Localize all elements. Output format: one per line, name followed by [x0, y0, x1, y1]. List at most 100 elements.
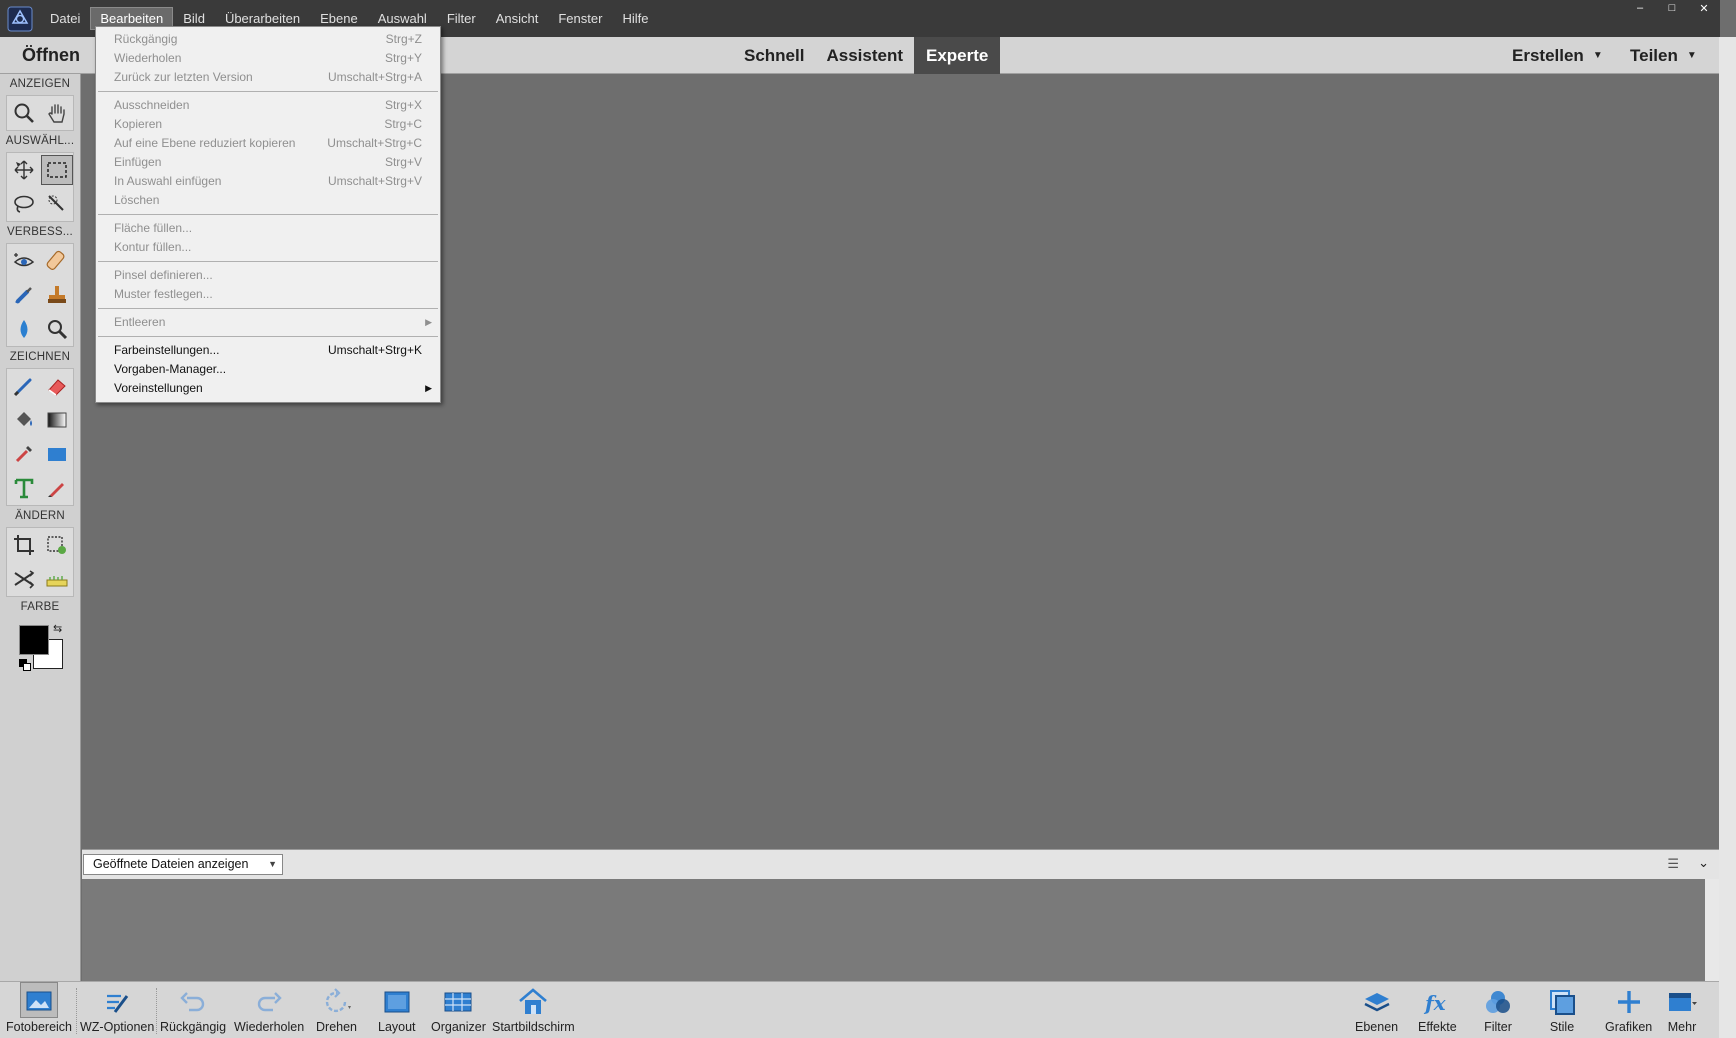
filter-button[interactable]: Filter — [1482, 982, 1514, 1038]
menu-item-shortcut: Umschalt+Strg+K — [327, 343, 422, 357]
photo-bin-button[interactable]: Fotobereich — [6, 982, 72, 1038]
undo-button[interactable]: Rückgängig — [160, 982, 226, 1038]
photo-bin-area[interactable] — [82, 879, 1705, 981]
menu-item-delete[interactable]: Löschen — [96, 191, 440, 210]
menu-item-label: Zurück zur letzten Version — [114, 70, 253, 84]
eraser-tool-icon[interactable] — [41, 371, 73, 401]
menu-item-cut[interactable]: Ausschneiden Strg+X — [96, 96, 440, 115]
crop-tool-icon[interactable] — [8, 530, 40, 560]
fx-icon: fx — [1421, 982, 1453, 1018]
minimize-button[interactable]: – — [1624, 0, 1656, 16]
pencil-tool-icon[interactable] — [41, 473, 73, 503]
move-tool-icon[interactable] — [8, 155, 40, 185]
more-button[interactable]: Mehr — [1666, 982, 1698, 1038]
tab-assistent[interactable]: Assistent — [815, 37, 914, 74]
shape-tool-icon[interactable] — [41, 439, 73, 469]
brush-tool-icon[interactable] — [8, 371, 40, 401]
paint-bucket-icon[interactable] — [8, 405, 40, 435]
default-colors-icon[interactable] — [19, 659, 31, 671]
styles-button[interactable]: Stile — [1546, 982, 1578, 1038]
photo-bin-selector[interactable]: Geöffnete Dateien anzeigen ▼ — [83, 854, 283, 875]
healing-brush-icon[interactable] — [41, 246, 73, 276]
bottom-separator — [156, 988, 157, 1034]
filter-label: Filter — [1484, 1020, 1512, 1034]
menu-separator — [98, 336, 438, 337]
close-button[interactable]: ✕ — [1688, 0, 1720, 16]
tool-options-button[interactable]: WZ-Optionen — [80, 982, 154, 1038]
tab-schnell[interactable]: Schnell — [733, 37, 815, 74]
menu-item-copy-merged[interactable]: Auf eine Ebene reduziert kopieren Umschal… — [96, 134, 440, 153]
open-button[interactable]: Öffnen — [10, 45, 92, 66]
collapse-chevron-icon[interactable]: ⌄ — [1698, 855, 1709, 871]
red-eye-tool-icon[interactable] — [8, 246, 40, 276]
rotate-button[interactable]: Drehen — [316, 982, 357, 1038]
organizer-label: Organizer — [431, 1020, 486, 1034]
menu-item-label: Muster festlegen... — [114, 287, 213, 301]
menu-hilfe[interactable]: Hilfe — [613, 8, 657, 29]
submenu-arrow-icon: ▶ — [425, 317, 432, 327]
straighten-tool-icon[interactable] — [41, 564, 73, 594]
menu-fenster[interactable]: Fenster — [549, 8, 611, 29]
organizer-button[interactable]: Organizer — [431, 982, 486, 1038]
menu-item-paste[interactable]: Einfügen Strg+V — [96, 153, 440, 172]
sponge-tool-icon[interactable] — [41, 314, 73, 344]
section-aendern: ÄNDERN — [15, 510, 65, 522]
menu-item-preset-manager[interactable]: Vorgaben-Manager... — [96, 360, 440, 379]
create-button[interactable]: Erstellen ▼ — [1512, 37, 1603, 74]
right-edge-scrollbar[interactable] — [1719, 37, 1736, 1038]
layout-button[interactable]: Layout — [378, 982, 416, 1038]
tool-group-draw — [6, 368, 74, 506]
menu-item-undo[interactable]: Rückgängig Strg+Z — [96, 30, 440, 49]
zoom-tool-icon[interactable] — [8, 98, 40, 128]
menu-item-label: Rückgängig — [114, 32, 178, 46]
menu-item-color-settings[interactable]: Farbeinstellungen... Umschalt+Strg+K — [96, 341, 440, 360]
eyedropper-icon[interactable] — [8, 439, 40, 469]
menu-separator — [98, 214, 438, 215]
share-button[interactable]: Teilen ▼ — [1630, 37, 1697, 74]
rectangular-marquee-icon[interactable] — [40, 155, 73, 185]
photo-bin-scrollbar[interactable] — [1705, 879, 1719, 981]
menu-item-stroke[interactable]: Kontur füllen... — [96, 238, 440, 257]
rotate-icon — [321, 982, 353, 1018]
menu-item-label: Vorgaben-Manager... — [114, 362, 227, 376]
content-aware-move-icon[interactable] — [8, 564, 40, 594]
section-anzeigen: ANZEIGEN — [9, 78, 71, 90]
smart-brush-icon[interactable] — [8, 280, 40, 310]
tab-experte[interactable]: Experte — [914, 37, 1001, 74]
home-screen-button[interactable]: Startbildschirm — [492, 982, 575, 1038]
redo-label: Wiederholen — [234, 1020, 305, 1034]
menu-filter[interactable]: Filter — [438, 8, 485, 29]
gradient-tool-icon[interactable] — [41, 405, 73, 435]
menu-datei[interactable]: Datei — [41, 8, 89, 29]
quick-selection-icon[interactable] — [41, 189, 73, 219]
menu-item-copy[interactable]: Kopieren Strg+C — [96, 115, 440, 134]
menu-separator — [98, 91, 438, 92]
menu-item-preferences[interactable]: Voreinstellungen ▶ — [96, 379, 440, 398]
lasso-tool-icon[interactable] — [8, 189, 40, 219]
clone-stamp-icon[interactable] — [41, 280, 73, 310]
foreground-color-swatch[interactable] — [19, 625, 49, 655]
menu-item-paste-into[interactable]: In Auswahl einfügen Umschalt+Strg+V — [96, 172, 440, 191]
menu-item-purge[interactable]: Entleeren ▶ — [96, 313, 440, 332]
create-label: Erstellen — [1512, 45, 1584, 65]
hand-tool-icon[interactable] — [41, 98, 73, 128]
effects-button[interactable]: fx Effekte — [1418, 982, 1457, 1038]
maximize-button[interactable]: □ — [1656, 0, 1688, 16]
menu-ansicht[interactable]: Ansicht — [487, 8, 548, 29]
app-logo-icon[interactable] — [0, 0, 40, 37]
swap-colors-icon[interactable]: ⇆ — [53, 622, 62, 635]
text-tool-icon[interactable] — [8, 473, 40, 503]
layers-button[interactable]: Ebenen — [1355, 982, 1398, 1038]
menu-item-fill[interactable]: Fläche füllen... — [96, 219, 440, 238]
menu-item-revert[interactable]: Zurück zur letzten Version Umschalt+Strg+… — [96, 68, 440, 87]
menu-item-define-brush[interactable]: Pinsel definieren... — [96, 266, 440, 285]
graphics-button[interactable]: Grafiken — [1605, 982, 1652, 1038]
more-panels-icon — [1666, 982, 1698, 1018]
menu-item-redo[interactable]: Wiederholen Strg+Y — [96, 49, 440, 68]
redo-button[interactable]: Wiederholen — [234, 982, 304, 1038]
menu-item-define-pattern[interactable]: Muster festlegen... — [96, 285, 440, 304]
recompose-tool-icon[interactable] — [41, 530, 73, 560]
menu-item-shortcut: Strg+Z — [385, 32, 422, 46]
blur-tool-icon[interactable] — [8, 314, 40, 344]
bin-options-icon[interactable]: ☰ — [1667, 856, 1679, 872]
